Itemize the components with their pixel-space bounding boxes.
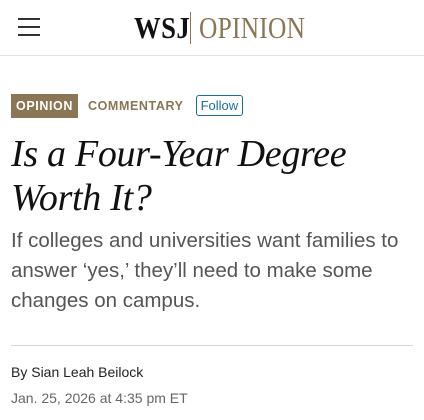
menu-line <box>18 18 40 20</box>
commentary-category-link[interactable]: COMMENTARY <box>88 99 184 113</box>
follow-button[interactable]: Follow <box>195 95 244 116</box>
opinion-section-badge[interactable]: OPINION <box>11 93 78 118</box>
byline-divider <box>11 345 413 346</box>
article-headline: Is a Four-Year Degree Worth It? <box>11 133 347 219</box>
author-link[interactable]: Sian Leah Beilock <box>31 364 143 380</box>
top-navigation-bar: WSJ OPINION <box>0 0 424 56</box>
publish-timestamp: Jan. 25, 2026 at 4:35 pm ET <box>11 390 188 406</box>
byline: By Sian Leah Beilock <box>11 364 143 380</box>
logo-wsj-text: WSJ <box>134 10 191 45</box>
hamburger-menu-icon[interactable] <box>14 14 44 40</box>
article-dek: If colleges and universities want famili… <box>11 229 399 312</box>
logo-section-text: OPINION <box>199 10 306 45</box>
menu-line <box>18 34 40 36</box>
article-tags: OPINION COMMENTARY Follow <box>11 93 244 118</box>
byline-prefix: By <box>11 364 28 380</box>
logo-divider <box>190 12 191 44</box>
wsj-opinion-logo[interactable]: WSJ OPINION <box>134 8 329 48</box>
menu-line <box>18 26 40 28</box>
